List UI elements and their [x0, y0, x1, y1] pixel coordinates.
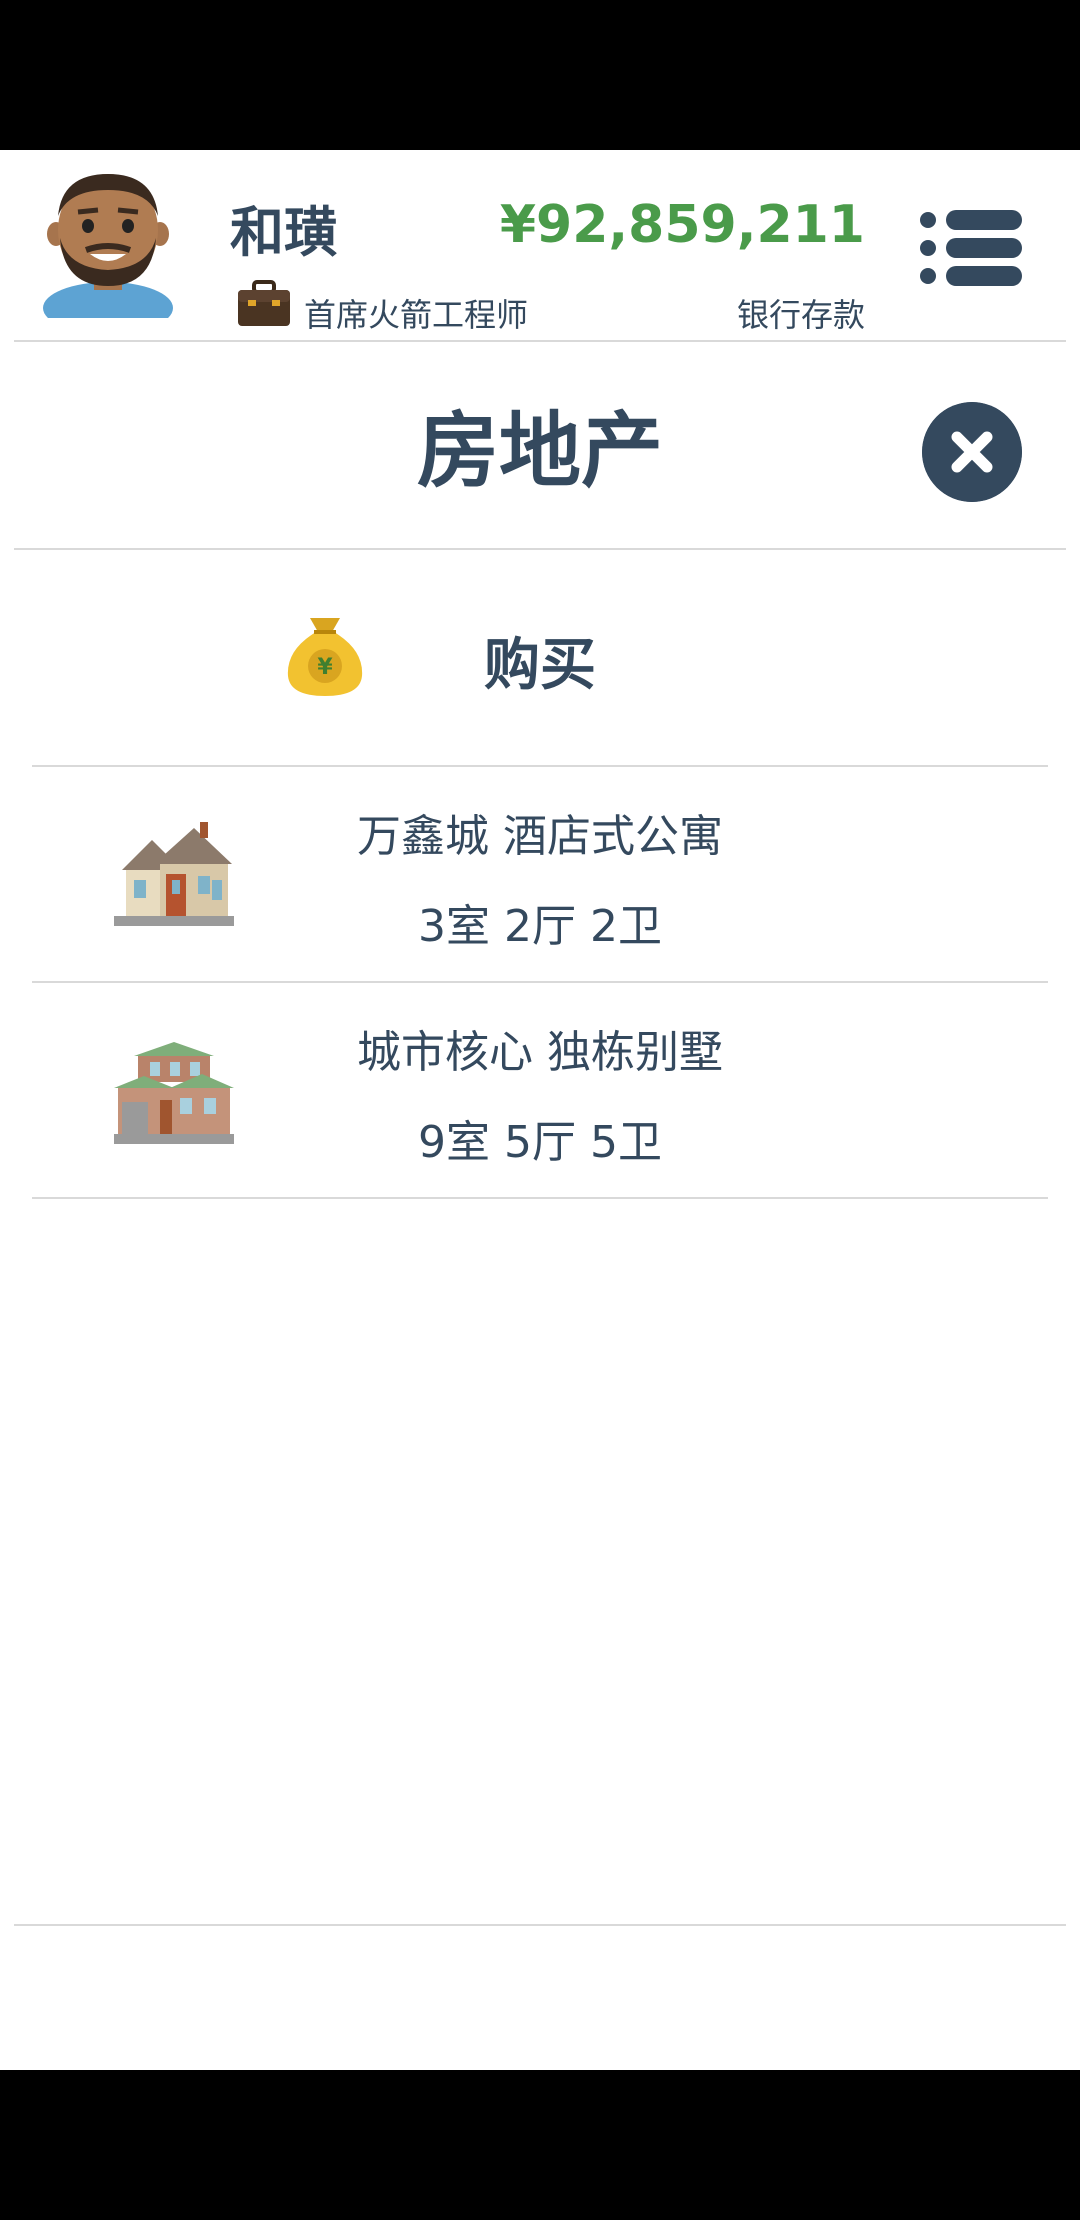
close-icon[interactable]: [922, 402, 1022, 502]
job-title: 首席火箭工程师: [304, 296, 529, 334]
property-name: 万鑫城 酒店式公寓: [357, 811, 723, 862]
property-rooms: 3室 2厅 2卫: [418, 901, 662, 952]
bank-balance: ¥92,859,211: [499, 195, 865, 255]
buy-label: 购买: [484, 633, 596, 698]
navigation-bar: [0, 2070, 1080, 2220]
menu-list-icon[interactable]: [918, 206, 1026, 290]
footer-divider: [14, 1924, 1066, 1926]
status-bar: [0, 0, 1080, 150]
app-screen: 和璜 首席火箭工程师 ¥92,859,211 银行存款 房地产 ¥ 购买 万鑫城…: [0, 150, 1080, 2070]
header-divider: [14, 340, 1066, 342]
property-name: 城市核心 独栋别墅: [357, 1027, 723, 1078]
property-rooms: 9室 5厅 5卫: [418, 1117, 662, 1168]
player-header: 和璜 首席火箭工程师 ¥92,859,211 银行存款: [0, 150, 1080, 340]
briefcase-icon: [238, 280, 290, 326]
page-title: 房地产: [416, 404, 663, 499]
property-divider: [32, 1197, 1048, 1199]
player-name: 和璜: [230, 201, 338, 264]
bank-balance-label: 银行存款: [736, 296, 865, 334]
avatar-icon: [43, 174, 173, 318]
